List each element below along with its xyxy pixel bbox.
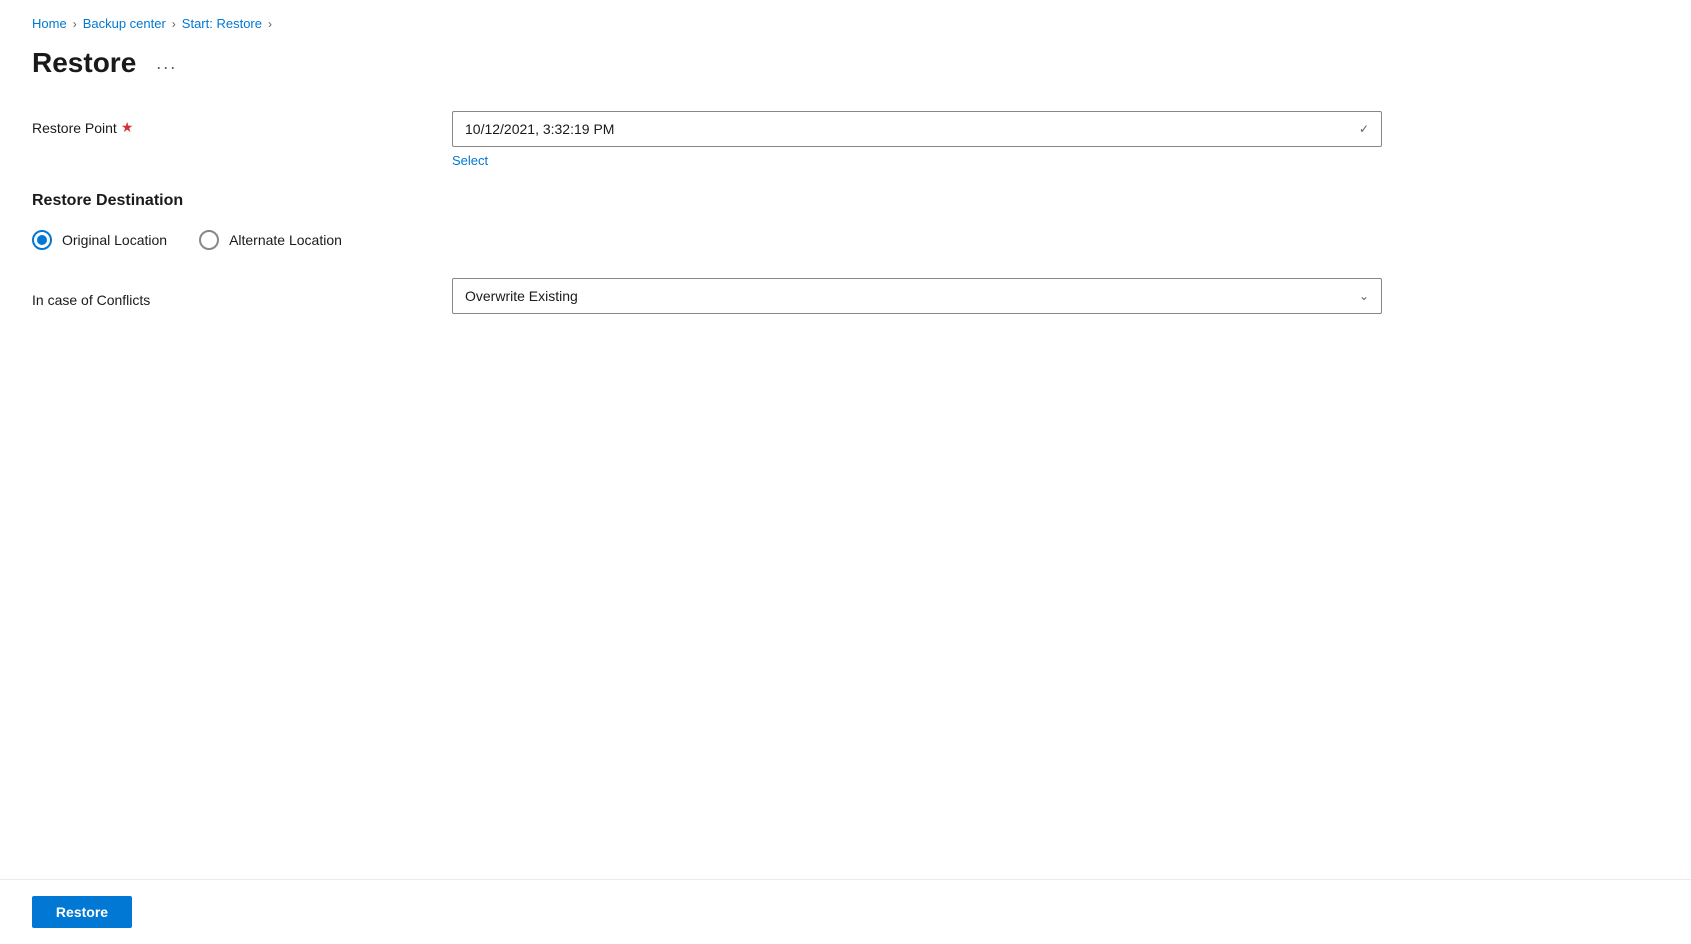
footer-bar: Restore [0,879,1691,944]
breadcrumb: Home › Backup center › Start: Restore › [32,16,1659,31]
conflicts-label-text: In case of Conflicts [32,292,150,308]
alternate-location-label: Alternate Location [229,232,342,248]
conflicts-dropdown[interactable]: Overwrite Existing ⌄ [452,278,1382,314]
breadcrumb-backup-center[interactable]: Backup center [83,16,166,31]
alternate-location-radio[interactable] [199,230,219,250]
restore-button[interactable]: Restore [32,896,132,928]
restore-point-label: Restore Point ★ [32,111,452,136]
restore-point-field-group: 10/12/2021, 3:32:19 PM ✓ Select [452,111,1382,168]
alternate-location-option[interactable]: Alternate Location [199,230,342,250]
page-title: Restore [32,47,136,79]
conflicts-chevron-icon: ⌄ [1359,289,1369,303]
conflicts-field-group: Overwrite Existing ⌄ [452,278,1382,314]
form-section: Restore Point ★ 10/12/2021, 3:32:19 PM ✓… [32,111,1382,314]
breadcrumb-start-restore: Start: Restore [182,16,262,31]
more-options-button[interactable]: ... [148,49,185,78]
restore-point-value: 10/12/2021, 3:32:19 PM [465,121,614,137]
page-header: Restore ... [32,47,1659,79]
original-location-radio[interactable] [32,230,52,250]
restore-point-chevron-icon: ✓ [1359,122,1369,136]
restore-destination-radio-group: Original Location Alternate Location [32,230,1382,250]
required-indicator: ★ [121,119,134,136]
original-location-label: Original Location [62,232,167,248]
breadcrumb-separator-3: › [268,17,272,31]
restore-destination-section: Restore Destination Original Location Al… [32,192,1382,250]
conflicts-value: Overwrite Existing [465,288,578,304]
original-location-option[interactable]: Original Location [32,230,167,250]
conflicts-row: In case of Conflicts Overwrite Existing … [32,278,1382,314]
breadcrumb-separator-1: › [73,17,77,31]
breadcrumb-home[interactable]: Home [32,16,67,31]
breadcrumb-separator-2: › [172,17,176,31]
restore-point-select-link[interactable]: Select [452,153,488,168]
restore-point-row: Restore Point ★ 10/12/2021, 3:32:19 PM ✓… [32,111,1382,168]
conflicts-label: In case of Conflicts [32,284,452,308]
restore-point-dropdown[interactable]: 10/12/2021, 3:32:19 PM ✓ [452,111,1382,147]
restore-point-label-text: Restore Point [32,120,117,136]
main-content: Home › Backup center › Start: Restore › … [0,0,1691,879]
restore-destination-title: Restore Destination [32,192,1382,210]
